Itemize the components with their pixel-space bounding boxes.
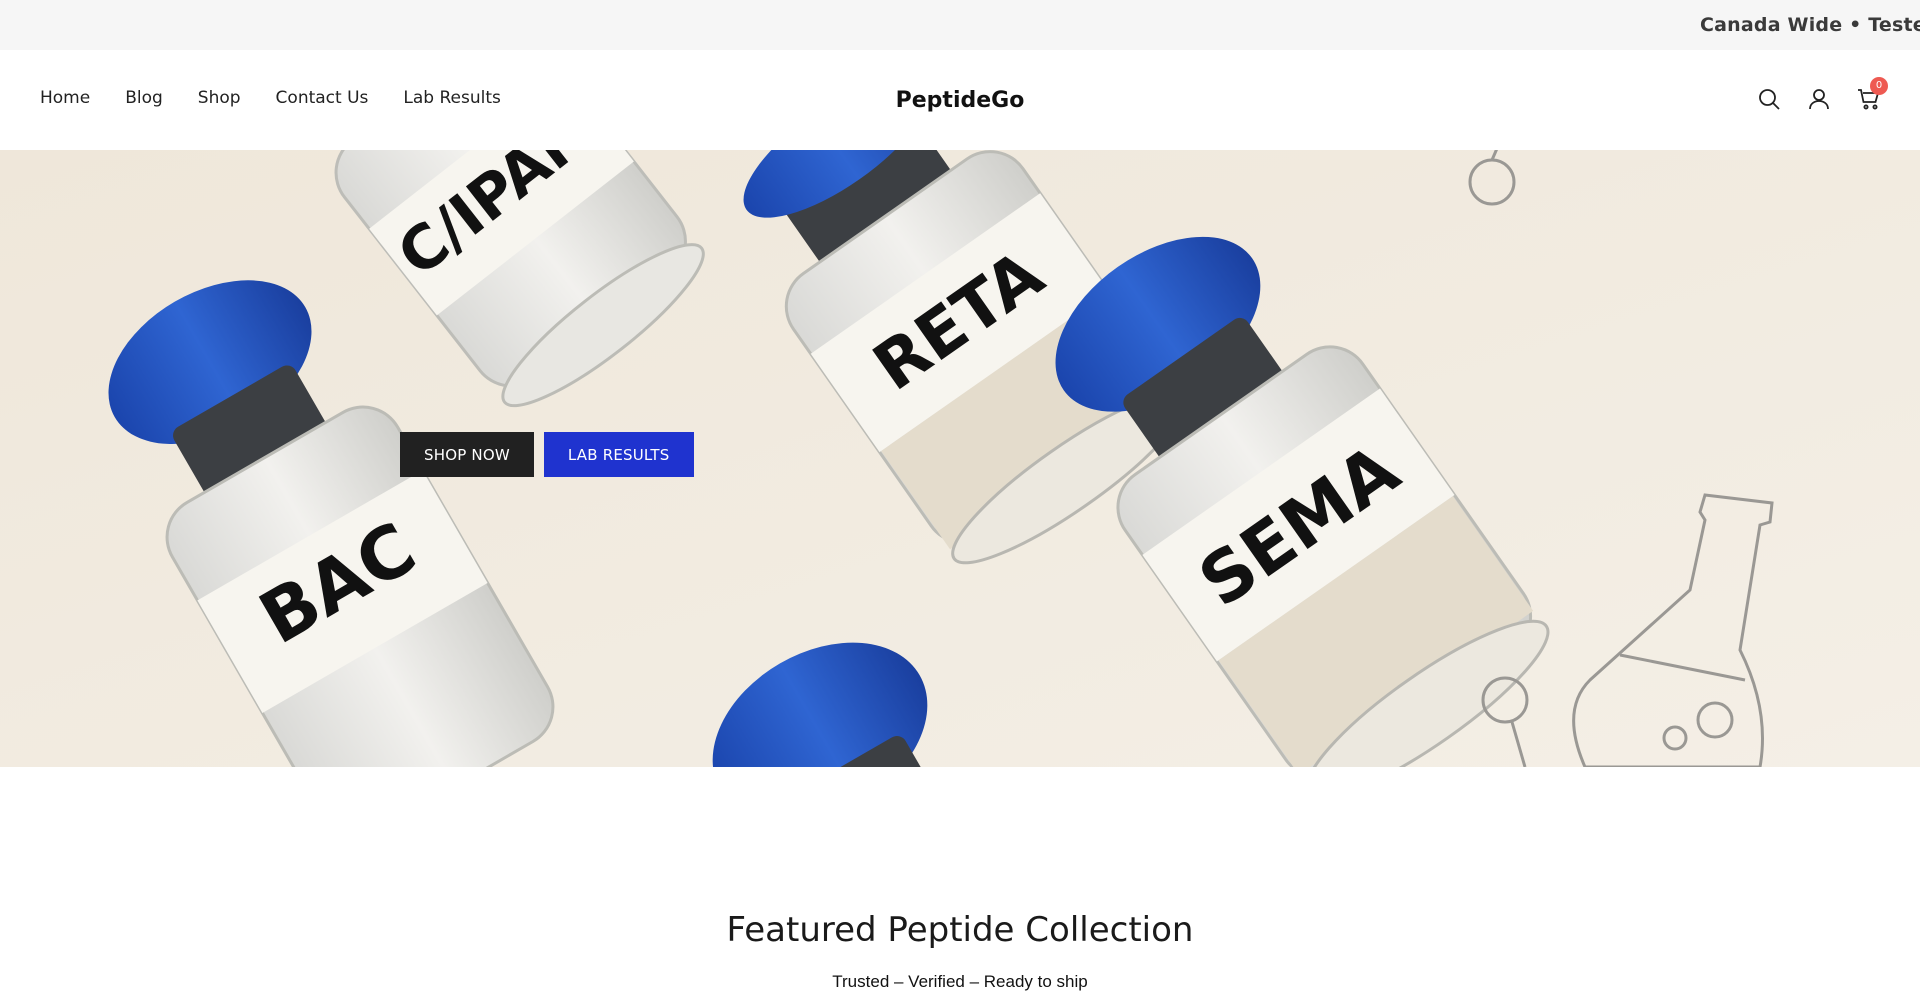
hero-banner: C/IPAM RETA BAC SEMA SHOP NOW LAB RESULT… bbox=[0, 150, 1920, 767]
nav-contact-us[interactable]: Contact Us bbox=[276, 88, 369, 108]
nav-shop[interactable]: Shop bbox=[198, 88, 241, 108]
site-header: Home Blog Shop Contact Us Lab Results Pe… bbox=[0, 50, 1920, 150]
main-nav: Home Blog Shop Contact Us Lab Results bbox=[40, 88, 536, 108]
cart-count-badge: 0 bbox=[1870, 77, 1888, 95]
nav-home[interactable]: Home bbox=[40, 88, 90, 108]
featured-title: Featured Peptide Collection bbox=[726, 910, 1194, 950]
account-icon bbox=[1809, 89, 1829, 110]
nav-blog[interactable]: Blog bbox=[125, 88, 163, 108]
cart-button[interactable]: 0 bbox=[1856, 77, 1888, 112]
announcement-bar: Canada Wide • Tested W bbox=[0, 0, 1920, 50]
shop-now-button[interactable]: SHOP NOW bbox=[400, 432, 534, 477]
site-logo[interactable]: PeptideGo bbox=[896, 88, 1025, 113]
account-button[interactable] bbox=[1806, 86, 1832, 112]
featured-subtitle: Trusted – Verified – Ready to ship bbox=[832, 972, 1088, 991]
search-button[interactable] bbox=[1756, 86, 1782, 112]
hero-image: C/IPAM RETA BAC SEMA bbox=[0, 150, 1920, 767]
nav-lab-results[interactable]: Lab Results bbox=[403, 88, 500, 108]
announcement-text: Canada Wide • Tested W bbox=[1700, 14, 1920, 36]
search-icon bbox=[1759, 89, 1780, 110]
header-actions: 0 bbox=[1756, 77, 1906, 112]
hero-cta-group: SHOP NOW LAB RESULTS bbox=[400, 432, 704, 477]
lab-results-button[interactable]: LAB RESULTS bbox=[543, 432, 694, 477]
